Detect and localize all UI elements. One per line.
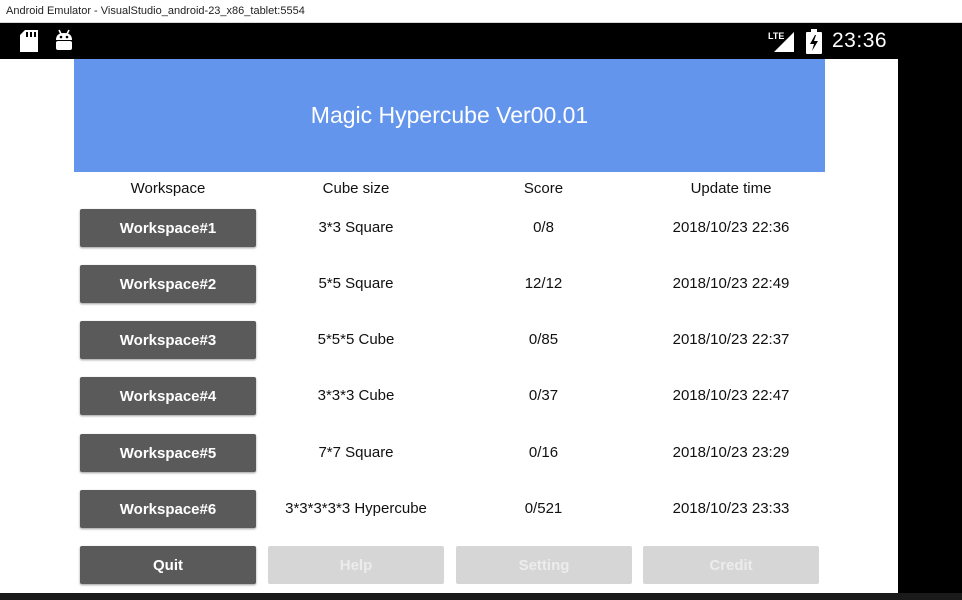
update-time-cell: 2018/10/23 22:36	[672, 219, 790, 236]
android-status-bar: LTE 23:36	[0, 23, 898, 59]
quit-button[interactable]: Quit	[80, 546, 256, 584]
update-time-cell: 2018/10/23 22:37	[672, 331, 790, 348]
workspace-6-button[interactable]: Workspace#6	[80, 490, 256, 528]
workspace-5-button[interactable]: Workspace#5	[80, 434, 256, 472]
lte-signal-icon: LTE	[768, 31, 794, 52]
cube-size-cell: 3*3 Square	[318, 219, 394, 236]
cube-size-cell: 3*3*3*3*3 Hypercube	[285, 500, 427, 517]
header-score: Score	[523, 180, 564, 197]
help-button[interactable]: Help	[268, 546, 444, 584]
cube-size-cell: 5*5 Square	[318, 275, 394, 292]
emulator-bottom-edge	[0, 593, 962, 600]
emulator-title: Android Emulator - VisualStudio_android-…	[6, 5, 305, 17]
update-time-cell: 2018/10/23 22:47	[672, 387, 790, 404]
emulator-side-frame	[898, 23, 962, 600]
android-icon	[56, 29, 72, 50]
emulator-title-bar: Android Emulator - VisualStudio_android-…	[0, 0, 962, 23]
score-cell: 0/8	[533, 219, 554, 236]
sd-card-icon	[20, 30, 38, 52]
score-cell: 0/16	[528, 444, 559, 461]
app-screen: Magic Hypercube Ver00.01 Workspace Cube …	[0, 59, 898, 593]
status-clock: 23:36	[832, 29, 888, 52]
workspace-1-button[interactable]: Workspace#1	[80, 209, 256, 247]
cube-size-cell: 5*5*5 Cube	[317, 331, 395, 348]
workspace-2-button[interactable]: Workspace#2	[80, 265, 256, 303]
cube-size-cell: 7*7 Square	[318, 444, 394, 461]
score-cell: 0/521	[524, 500, 563, 517]
score-cell: 12/12	[524, 275, 563, 292]
header-workspace: Workspace	[130, 180, 206, 197]
workspace-4-button[interactable]: Workspace#4	[80, 377, 256, 415]
workspace-3-button[interactable]: Workspace#3	[80, 321, 256, 359]
cube-size-cell: 3*3*3 Cube	[317, 387, 395, 404]
credit-button[interactable]: Credit	[643, 546, 819, 584]
update-time-cell: 2018/10/23 22:49	[672, 275, 790, 292]
header-cube-size: Cube size	[322, 180, 390, 197]
battery-charging-icon	[806, 29, 822, 54]
update-time-cell: 2018/10/23 23:29	[672, 444, 790, 461]
app-title: Magic Hypercube Ver00.01	[310, 102, 589, 128]
svg-text:LTE: LTE	[768, 31, 784, 41]
update-time-cell: 2018/10/23 23:33	[672, 500, 790, 517]
score-cell: 0/85	[528, 331, 559, 348]
header-update-time: Update time	[690, 180, 772, 197]
score-cell: 0/37	[528, 387, 559, 404]
setting-button[interactable]: Setting	[456, 546, 632, 584]
title-banner: Magic Hypercube Ver00.01	[74, 59, 825, 172]
